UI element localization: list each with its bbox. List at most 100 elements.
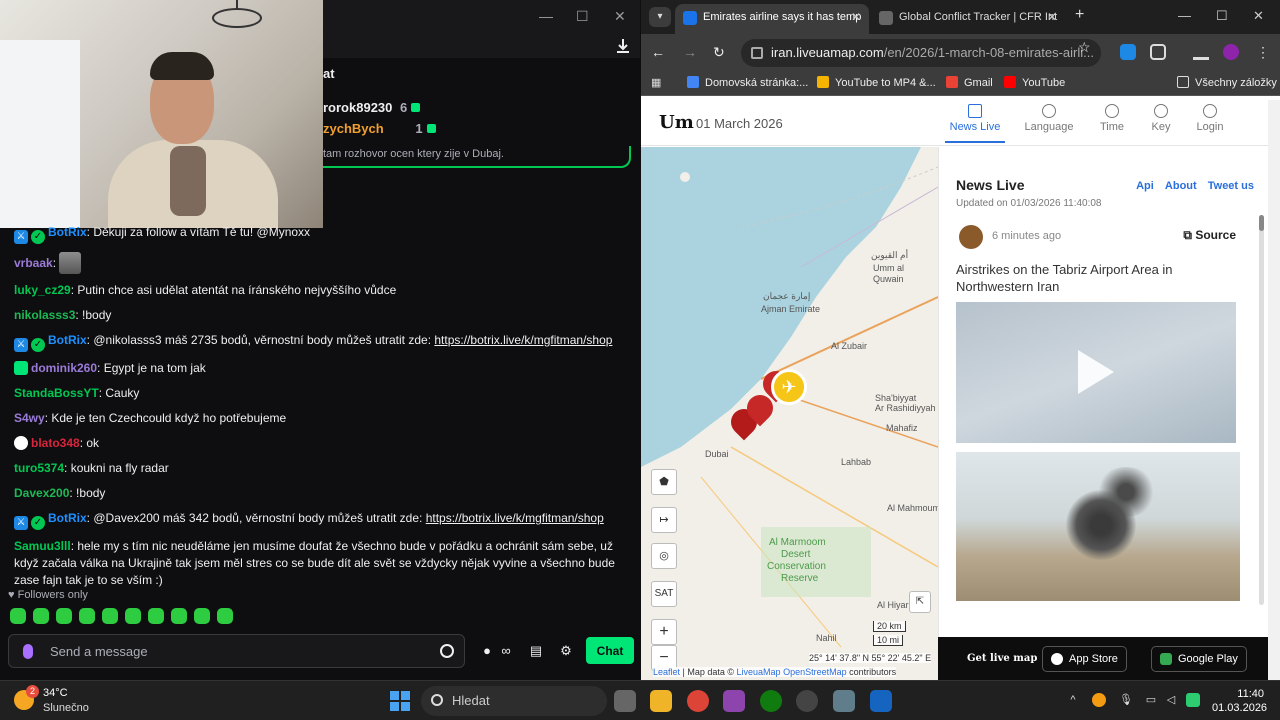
store-icon[interactable]: ▤ bbox=[528, 643, 544, 659]
back-icon[interactable]: ← bbox=[651, 44, 665, 60]
play-icon[interactable] bbox=[1078, 350, 1114, 394]
new-tab-icon[interactable]: + bbox=[1075, 6, 1084, 24]
download-icon[interactable] bbox=[614, 37, 632, 55]
app-icon[interactable] bbox=[723, 690, 745, 712]
close-icon[interactable]: ✕ bbox=[1253, 8, 1264, 24]
chat-username[interactable]: blato348 bbox=[31, 436, 80, 450]
api-link[interactable]: Api bbox=[1136, 180, 1154, 192]
emote[interactable] bbox=[56, 608, 72, 624]
collapse-icon[interactable]: ⇱ bbox=[909, 591, 931, 613]
windows-start-icon[interactable] bbox=[390, 691, 410, 711]
shop-link[interactable]: https://botrix.live/k/mgfitman/shop bbox=[434, 333, 612, 347]
all-bookmarks[interactable]: Všechny záložky bbox=[1177, 76, 1277, 89]
bookmark-star-icon[interactable]: ☆ bbox=[1078, 39, 1091, 56]
polygon-tool-icon[interactable]: ⬟ bbox=[651, 469, 677, 495]
map-view[interactable]: أم القيوين Umm al Quwain إمارة عجمان Ajm… bbox=[641, 147, 938, 680]
leaflet-link[interactable]: Leaflet bbox=[653, 667, 680, 677]
chat-username[interactable]: turo5374 bbox=[14, 461, 64, 475]
sync-icon[interactable] bbox=[1092, 693, 1106, 707]
source-link[interactable]: ⧉ Source bbox=[1183, 228, 1236, 243]
emote[interactable] bbox=[194, 608, 210, 624]
battery-icon[interactable] bbox=[1186, 693, 1200, 707]
scrollbar-thumb[interactable] bbox=[1259, 215, 1264, 231]
emote[interactable] bbox=[171, 608, 187, 624]
extension-icon[interactable] bbox=[1120, 44, 1136, 60]
bookmark-item[interactable]: YouTube to MP4 &... bbox=[817, 76, 936, 89]
emote[interactable] bbox=[148, 608, 164, 624]
maximize-icon[interactable]: ☐ bbox=[1216, 8, 1228, 24]
zoom-in-button[interactable]: + bbox=[651, 619, 677, 645]
chrome-icon[interactable] bbox=[687, 690, 709, 712]
settings-icon[interactable]: ⚙ bbox=[558, 643, 574, 659]
microphone-icon[interactable] bbox=[23, 644, 33, 659]
chat-username[interactable]: luky_cz29 bbox=[14, 283, 71, 297]
chat-username[interactable]: nikolasss3 bbox=[14, 308, 75, 322]
extensions-puzzle-icon[interactable] bbox=[1150, 44, 1166, 60]
chat-username[interactable]: BotRix bbox=[48, 225, 87, 239]
chat-username[interactable]: vrbaak bbox=[14, 256, 53, 270]
message-input[interactable]: Send a message bbox=[8, 634, 465, 668]
taskbar-search[interactable]: Hledat bbox=[421, 686, 607, 716]
leaderboard-entry[interactable]: rorok89230 6 bbox=[323, 100, 421, 115]
news-photo[interactable] bbox=[956, 452, 1240, 601]
gift-icon[interactable]: ● bbox=[479, 643, 495, 659]
pinned-message[interactable]: tam rozhovor ocen ktery zije v Dubaj. bbox=[323, 146, 631, 168]
app-store-button[interactable]: App Store bbox=[1042, 646, 1127, 672]
page-scrollbar[interactable] bbox=[1268, 100, 1280, 680]
nav-news-live[interactable]: News Live bbox=[945, 104, 1005, 143]
reload-icon[interactable]: ↻ bbox=[713, 44, 725, 61]
downloads-icon[interactable] bbox=[1193, 44, 1209, 60]
shop-link[interactable]: https://botrix.live/k/mgfitman/shop bbox=[426, 511, 604, 525]
tab-search-icon[interactable]: ▾ bbox=[649, 7, 671, 27]
satellite-toggle[interactable]: SAT bbox=[651, 581, 677, 607]
menu-kebab-icon[interactable]: ⋮ bbox=[1255, 44, 1271, 60]
settings-icon[interactable] bbox=[833, 690, 855, 712]
news-video[interactable] bbox=[956, 302, 1236, 443]
about-link[interactable]: About bbox=[1165, 180, 1197, 192]
emote[interactable] bbox=[10, 608, 26, 624]
site-info-icon[interactable] bbox=[751, 47, 763, 59]
chat-send-button[interactable]: Chat bbox=[586, 637, 634, 664]
chat-username[interactable]: BotRix bbox=[48, 333, 87, 347]
close-tab-icon[interactable]: ✕ bbox=[1047, 4, 1057, 30]
liveuamap-logo[interactable]: Um bbox=[659, 112, 694, 133]
bookmark-item[interactable]: Domovská stránka:... bbox=[687, 76, 808, 89]
nav-language[interactable]: Language bbox=[1019, 104, 1079, 133]
osm-link[interactable]: OpenStreetMap bbox=[783, 667, 847, 677]
network-icon[interactable]: ▭ bbox=[1144, 693, 1158, 707]
chat-username[interactable]: BotRix bbox=[48, 511, 87, 525]
emote[interactable] bbox=[217, 608, 233, 624]
measure-tool-icon[interactable]: ↦ bbox=[651, 507, 677, 533]
task-view-icon[interactable] bbox=[614, 690, 636, 712]
tab-emirates[interactable]: Emirates airline says it has temp ✕ bbox=[675, 4, 869, 34]
liveuamap-link[interactable]: LiveuaMap bbox=[737, 667, 781, 677]
bookmark-item[interactable]: YouTube bbox=[1004, 76, 1065, 89]
news-headline[interactable]: Airstrikes on the Tabriz Airport Area in… bbox=[956, 261, 1226, 295]
microphone-icon[interactable]: 🎙 bbox=[1119, 693, 1133, 707]
forward-icon[interactable]: → bbox=[683, 44, 697, 60]
nav-login[interactable]: Login bbox=[1180, 104, 1240, 133]
emote[interactable] bbox=[33, 608, 49, 624]
google-play-button[interactable]: Google Play bbox=[1151, 646, 1247, 672]
close-icon[interactable]: ✕ bbox=[614, 8, 626, 25]
weather-description[interactable]: Slunečno bbox=[43, 702, 89, 714]
news-scrollbar[interactable] bbox=[1259, 215, 1264, 605]
emoji-icon[interactable] bbox=[440, 644, 454, 658]
minimize-icon[interactable]: — bbox=[539, 8, 553, 24]
maximize-icon[interactable]: ☐ bbox=[576, 8, 589, 25]
app-icon[interactable] bbox=[796, 690, 818, 712]
emote[interactable] bbox=[125, 608, 141, 624]
chevron-up-icon[interactable]: ^ bbox=[1066, 693, 1080, 707]
tweet-us-link[interactable]: Tweet us bbox=[1208, 180, 1254, 192]
profile-avatar[interactable] bbox=[1223, 44, 1239, 60]
apps-grid-icon[interactable]: ▦ bbox=[651, 76, 661, 89]
volume-icon[interactable]: ◁ bbox=[1164, 693, 1178, 707]
app-icon[interactable] bbox=[870, 690, 892, 712]
close-tab-icon[interactable]: ✕ bbox=[851, 4, 861, 30]
weather-temperature[interactable]: 34°C bbox=[43, 687, 68, 699]
system-clock[interactable]: 11:40 01.03.2026 bbox=[1212, 687, 1267, 715]
minimize-icon[interactable]: — bbox=[1178, 8, 1191, 23]
xbox-icon[interactable] bbox=[760, 690, 782, 712]
file-explorer-icon[interactable] bbox=[650, 690, 672, 712]
hide-layer-icon[interactable]: ◎ bbox=[651, 543, 677, 569]
